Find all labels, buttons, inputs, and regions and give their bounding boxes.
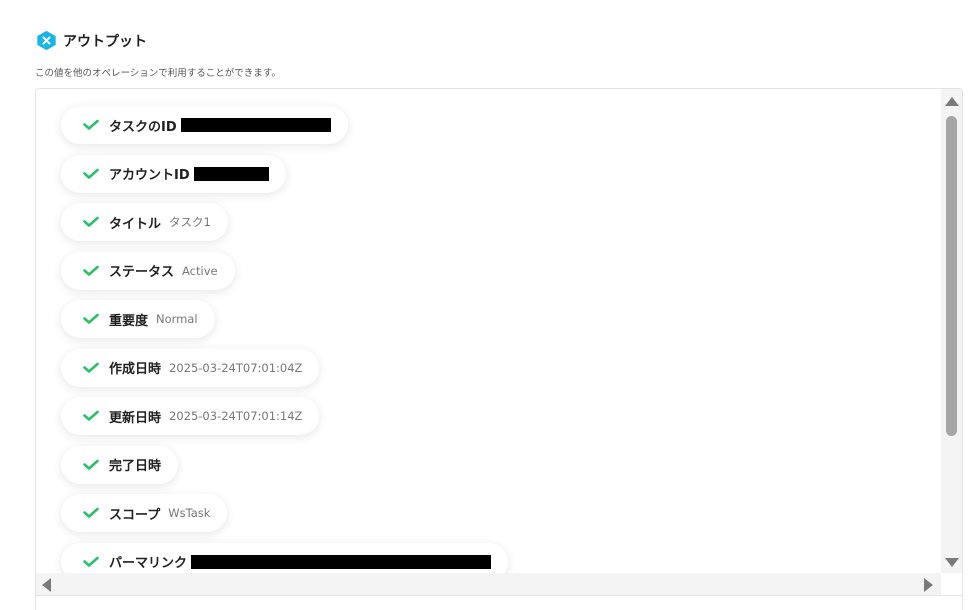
output-field-label: 重要度 (109, 313, 149, 329)
output-field-label: パーマリンク (109, 556, 188, 571)
output-field-pill[interactable]: タイトル タスク1 (61, 203, 228, 241)
output-title: アウトプット (63, 33, 147, 50)
output-field-label: 作成日時 (109, 362, 162, 377)
redacted-value (180, 118, 331, 132)
check-icon (83, 216, 99, 227)
check-icon (83, 119, 99, 130)
panel-divider (36, 595, 962, 596)
check-icon (83, 168, 99, 179)
output-field-value: タスク1 (169, 215, 211, 229)
output-field-label: タスクのID (109, 119, 177, 135)
output-page: アウトプット この値を他のオペレーションで利用することができます。 タスクのID… (0, 0, 973, 610)
output-field-pill[interactable]: アカウントID (61, 154, 286, 193)
output-description: この値を他のオペレーションで利用することができます。 (35, 68, 281, 79)
scroll-up-arrow-icon[interactable] (945, 97, 959, 106)
output-field-pill[interactable]: スコープ WsTask (61, 494, 228, 532)
check-icon (83, 313, 99, 324)
output-field-label: 完了日時 (109, 459, 162, 474)
output-field-label: アカウントID (109, 168, 190, 183)
scroll-right-arrow-icon[interactable] (924, 578, 933, 592)
output-field-label: スコープ (109, 507, 161, 523)
vertical-scroll-thumb[interactable] (946, 116, 957, 436)
output-field-pill[interactable]: パーマリンク (61, 542, 509, 573)
output-field-value: 2025-03-24T07:01:04Z (169, 360, 303, 375)
redacted-value (193, 166, 269, 181)
output-field-value: 2025-03-24T07:01:14Z (169, 409, 303, 423)
output-field-value: Active (182, 263, 218, 278)
check-icon (83, 265, 99, 276)
output-field-pill[interactable]: 完了日時 (61, 445, 179, 484)
scroll-down-arrow-icon[interactable] (945, 558, 959, 567)
output-field-pill[interactable]: タスクのID (61, 106, 348, 144)
check-icon (83, 459, 99, 470)
output-field-value: WsTask (168, 506, 211, 520)
vertical-scrollbar[interactable] (941, 89, 962, 573)
scroll-left-arrow-icon[interactable] (42, 578, 51, 592)
output-panel: タスクのID アカウントID タイトル タスク1 ステータス Active 重要度 Norma… (35, 88, 963, 610)
output-field-label: 更新日時 (109, 410, 162, 426)
output-field-value: Normal (156, 312, 198, 326)
check-icon (83, 362, 99, 373)
x-hexagon-icon (37, 30, 56, 51)
output-field-pill[interactable]: 更新日時 2025-03-24T07:01:14Z (61, 397, 320, 435)
output-field-label: タイトル (109, 216, 162, 232)
output-field-pill[interactable]: 作成日時 2025-03-24T07:01:04Z (61, 348, 320, 387)
horizontal-scrollbar[interactable] (36, 573, 962, 596)
output-field-pill[interactable]: ステータス Active (61, 251, 235, 290)
output-header: アウトプット (36, 30, 147, 51)
output-field-pill[interactable]: 重要度 Normal (61, 300, 215, 338)
output-field-label: ステータス (109, 265, 175, 280)
output-field-list[interactable]: タスクのID アカウントID タイトル タスク1 ステータス Active 重要度 Norma… (36, 89, 941, 573)
check-icon (83, 410, 99, 421)
check-icon (83, 556, 99, 567)
check-icon (83, 507, 99, 518)
redacted-value (191, 554, 492, 569)
